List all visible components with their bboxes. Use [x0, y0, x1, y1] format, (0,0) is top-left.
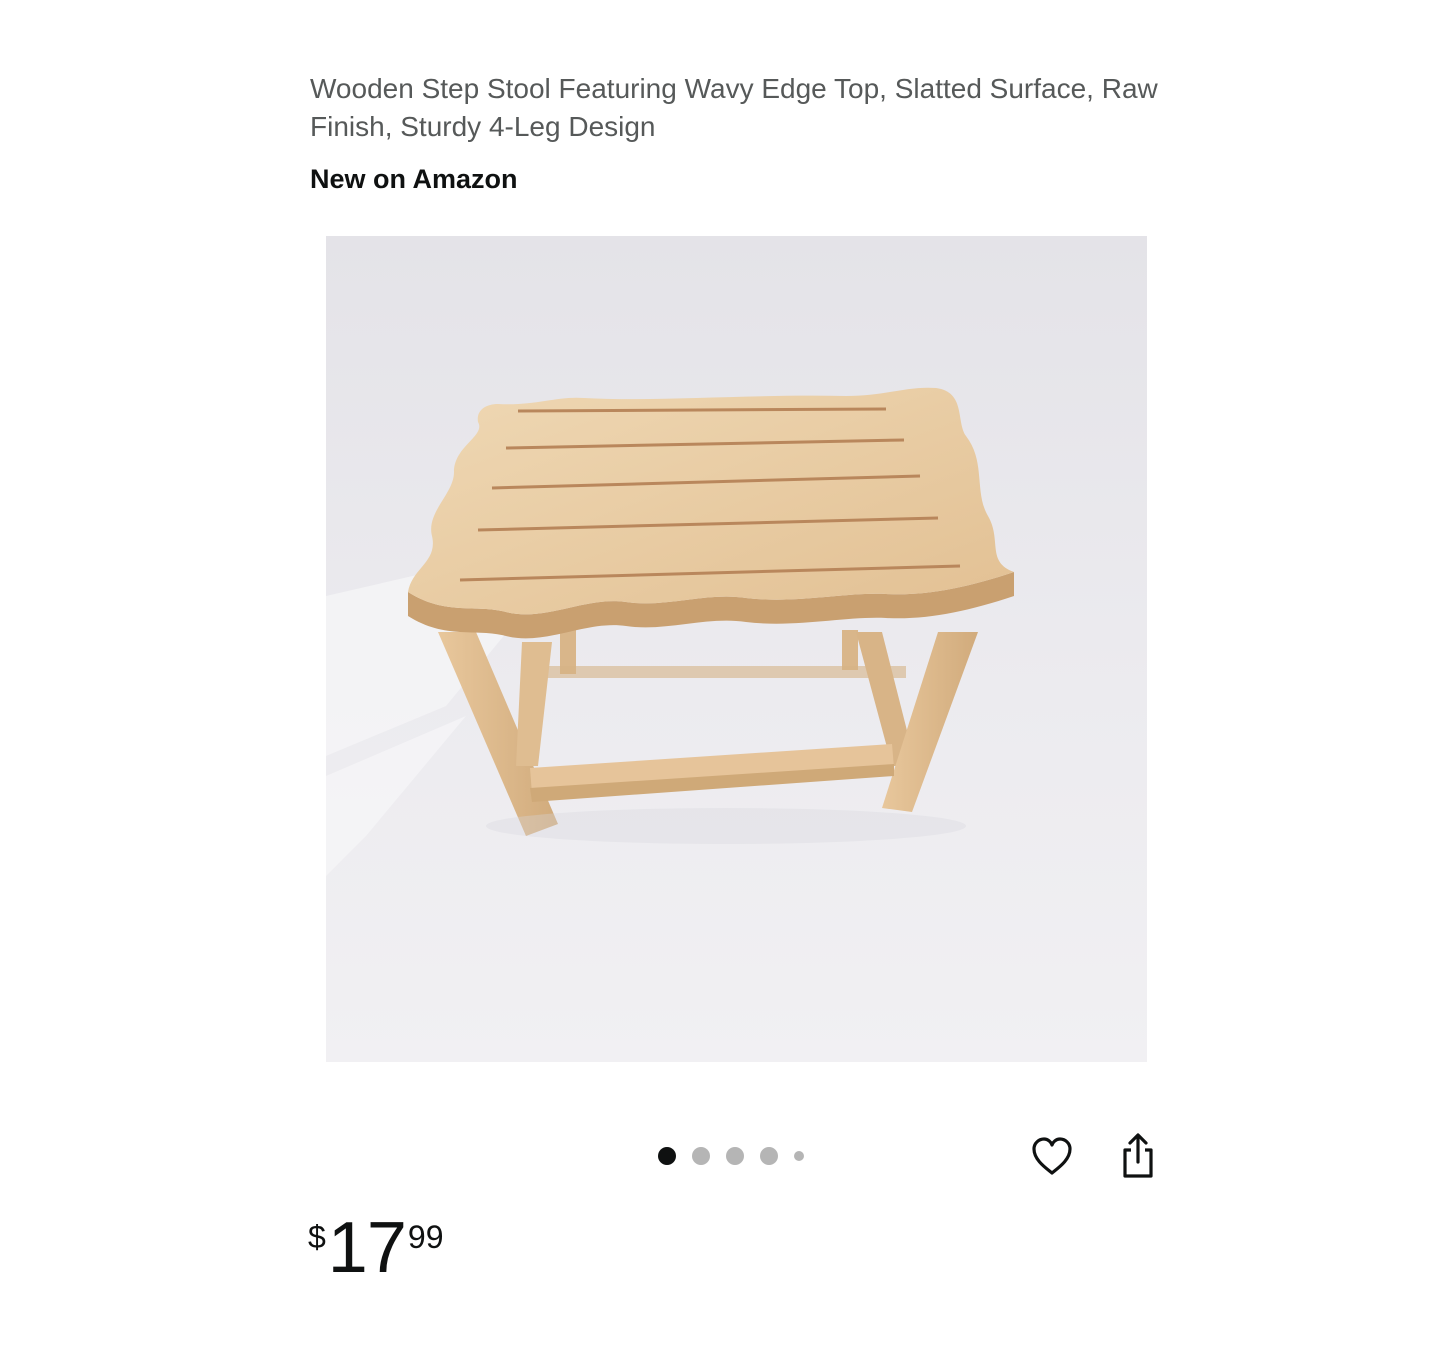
- carousel-dot-4[interactable]: [760, 1147, 778, 1165]
- price-fraction: 99: [407, 1219, 444, 1255]
- share-icon: [1123, 1133, 1153, 1178]
- carousel-dot-5[interactable]: [794, 1151, 804, 1161]
- product-image[interactable]: [326, 236, 1147, 1062]
- heart-icon: [1032, 1137, 1072, 1175]
- carousel-dot-2[interactable]: [692, 1147, 710, 1165]
- product-title[interactable]: Wooden Step Stool Featuring Wavy Edge To…: [310, 70, 1170, 146]
- add-to-favorites-button[interactable]: [1026, 1130, 1078, 1182]
- image-carousel-indicator[interactable]: [658, 1144, 804, 1168]
- price: $ 17 99: [308, 1210, 443, 1290]
- new-on-amazon-badge: New on Amazon: [310, 164, 518, 194]
- price-whole: 17: [327, 1208, 407, 1288]
- stool-photo: [326, 236, 1147, 1062]
- share-button[interactable]: [1112, 1130, 1164, 1182]
- price-currency-symbol: $: [308, 1219, 326, 1255]
- carousel-dot-1[interactable]: [658, 1147, 676, 1165]
- carousel-dot-3[interactable]: [726, 1147, 744, 1165]
